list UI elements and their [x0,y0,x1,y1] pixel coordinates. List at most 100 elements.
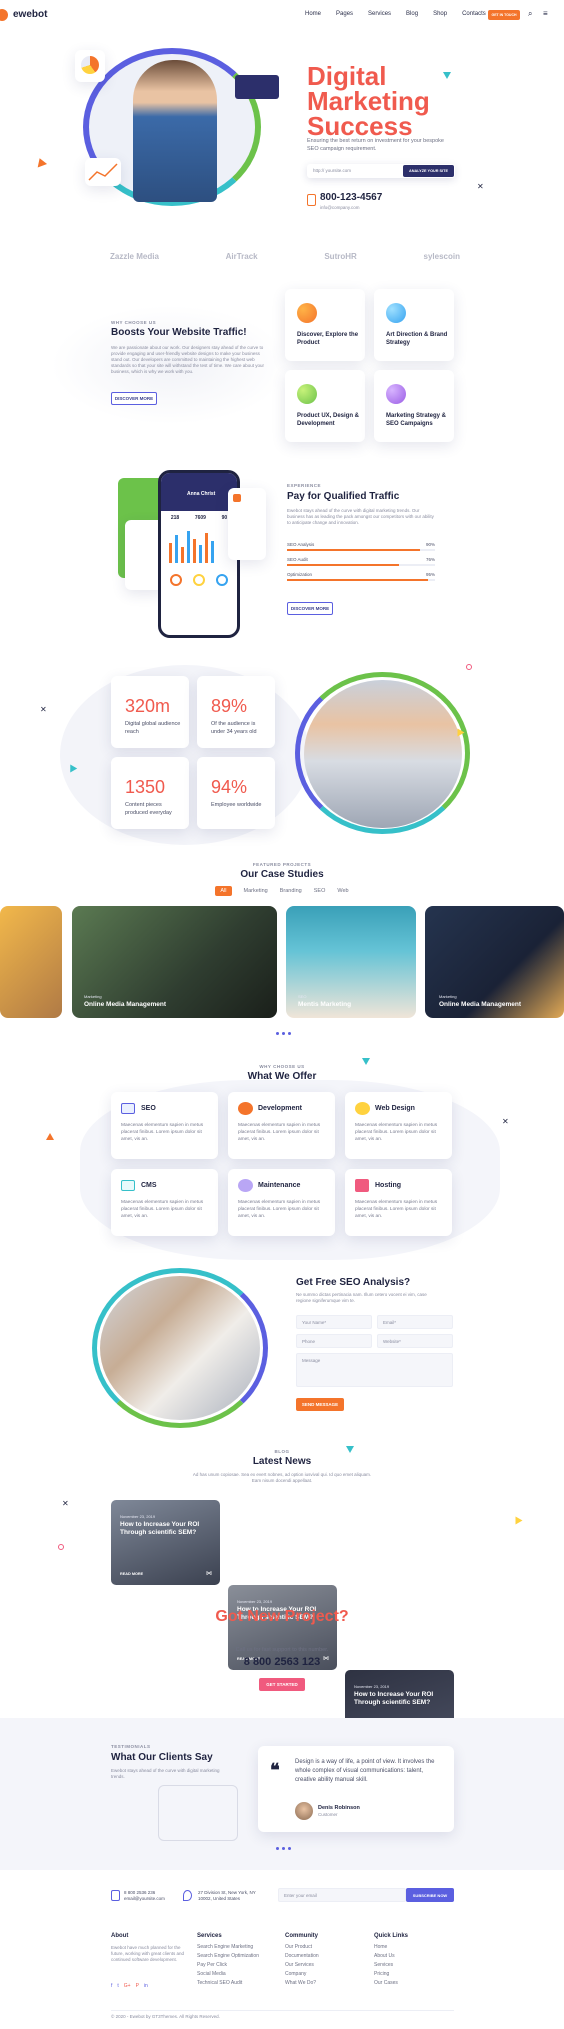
footer-link[interactable]: Pricing [374,1970,454,1979]
tab-seo[interactable]: SEO [314,888,326,894]
nav-home[interactable]: Home [305,11,321,17]
service-card-web-design[interactable]: Web Design Maecenas elementum sapien in … [345,1092,452,1159]
news-read-more-1[interactable]: READ MORE [120,1572,143,1576]
case-card-1[interactable]: Marketing Online Media Management [72,906,277,1018]
nav-services[interactable]: Services [368,11,391,17]
linkedin-icon[interactable]: in [144,1983,148,1989]
hero-woman-photo [133,60,217,202]
share-icon[interactable]: ⋈ [206,1570,212,1577]
footer-link[interactable]: Home [374,1943,454,1952]
google-plus-icon[interactable]: G+ [124,1983,131,1989]
service-card-maintenance[interactable]: Maintenance Maecenas elementum sapien in… [228,1169,335,1236]
triangle-deco-icon [443,72,451,79]
cases-pagination [274,1032,292,1035]
pagination-dot[interactable] [281,1847,285,1850]
case-photo-partial-left[interactable] [0,906,62,1018]
logo-text[interactable]: ewebot [13,9,47,20]
feature-card-4[interactable]: Marketing Strategy & SEO Campaigns [374,370,454,442]
tab-branding[interactable]: Branding [280,888,302,894]
service-text-seo: Maecenas elementum sapien in metus place… [121,1123,204,1142]
footer-link[interactable]: Search Engine Optimization [197,1952,277,1961]
hero-phone[interactable]: 800-123-4567 [320,192,382,203]
footer-link[interactable]: About Us [374,1952,454,1961]
footer-link[interactable]: Technical SEO Audit [197,1979,277,1988]
progress-label: SEO Audit [287,557,308,562]
menu-icon[interactable]: ≡ [543,9,548,18]
traffic-title: Boosts Your Website Traffic! [111,327,247,338]
offer-title: What We Offer [247,1071,317,1082]
seo-icon [121,1103,135,1114]
pagination-dot[interactable] [275,1847,279,1850]
news-date-2: November 23, 2019 [237,1599,273,1604]
feature-icon-2 [386,303,406,323]
progress-label: SEO Analysis [287,542,315,547]
subscribe-button[interactable]: SUBSCRIBE NOW [406,1888,454,1902]
nav-contacts[interactable]: Contacts [462,11,486,17]
footer-copyright: © 2020 - Ewebot by GT3Themes. All Rights… [111,2014,220,2019]
footer-link[interactable]: Our Product [285,1943,365,1952]
send-message-button[interactable]: SEND MESSAGE [296,1398,344,1411]
footer-link[interactable]: Pay Per Click [197,1961,277,1970]
case-card-3[interactable]: Marketing Online Media Management [425,906,564,1018]
phone-stat-1: 218 [170,515,180,521]
pinterest-icon[interactable]: P [136,1983,139,1989]
tab-all[interactable]: All [215,886,232,896]
search-icon[interactable]: ⌕ [528,9,532,19]
service-text-development: Maecenas elementum sapien in metus place… [238,1123,321,1142]
feature-card-1[interactable]: Discover, Explore the Product [285,289,365,361]
feature-card-2[interactable]: Art Direction & Brand Strategy [374,289,454,361]
news-card-1[interactable]: November 23, 2019 How to Increase Your R… [111,1500,220,1585]
progress-optimization: Optimization 95% [287,572,435,581]
subscribe-email-input[interactable]: Enter your email [278,1888,406,1902]
nav-shop[interactable]: Shop [433,11,447,17]
footer-link[interactable]: Our Cases [374,1979,454,1988]
tab-marketing[interactable]: Marketing [244,888,268,894]
email-input[interactable]: Email* [377,1315,453,1329]
name-input[interactable]: Your Name* [296,1315,372,1329]
website-input[interactable]: Website* [377,1334,453,1348]
footer-link[interactable]: Search Engine Marketing [197,1943,277,1952]
hero-pie-widget [75,50,105,82]
hero-email[interactable]: info@company.com [320,205,360,211]
maintenance-icon [238,1179,253,1192]
feature-card-3[interactable]: Product UX, Design & Development [285,370,365,442]
case-card-2[interactable]: SEO Mentis Marketing [286,906,416,1018]
footer-link[interactable]: Our Services [285,1961,365,1970]
footer-link[interactable]: Company [285,1970,365,1979]
footer-link[interactable]: Documentation [285,1952,365,1961]
url-input[interactable]: http:// yoursite.com [307,168,403,174]
footer-email[interactable]: email@yoursite.com [124,1896,165,1902]
nav-blog[interactable]: Blog [406,11,418,17]
get-in-touch-button[interactable]: GET IN TOUCH [488,10,520,20]
nav-pages[interactable]: Pages [336,11,353,17]
twitter-icon[interactable]: t [117,1983,118,1989]
footer-link[interactable]: Services [374,1961,454,1970]
facebook-icon[interactable]: f [111,1983,112,1989]
service-card-seo[interactable]: SEO Maecenas elementum sapien in metus p… [111,1092,218,1159]
analyze-site-button[interactable]: ANALYZE YOUR SITE [402,165,454,177]
footer-link[interactable]: What We Do? [285,1979,365,1988]
pagination-dot[interactable] [287,1847,291,1850]
footer-link[interactable]: Social Media [197,1970,277,1979]
pay-discover-button[interactable]: DISCOVER MORE [287,602,333,615]
circle-deco-icon [58,1544,64,1550]
pagination-dot[interactable] [281,1032,285,1035]
service-card-cms[interactable]: CMS Maecenas elementum sapien in metus p… [111,1169,218,1236]
stat-label-2: Of the audience is under 34 years old [211,721,257,735]
footer-col-title: Community [285,1933,318,1939]
service-card-development[interactable]: Development Maecenas elementum sapien in… [228,1092,335,1159]
project-subtitle: Call us for fast support to this number. [235,1647,329,1653]
progress-value: 90% [425,542,435,547]
feature-title-4: Marketing Strategy & SEO Campaigns [386,413,447,427]
pagination-dot[interactable] [275,1032,279,1035]
pagination-dot[interactable] [287,1032,291,1035]
tab-web[interactable]: Web [337,888,348,894]
pay-text: Ewebot stays ahead of the curve with dig… [287,508,434,525]
message-textarea[interactable]: Message [296,1353,453,1387]
phone-input[interactable]: Phone [296,1334,372,1348]
footer-col-services: Services Search Engine Marketing Search … [197,1933,277,1988]
traffic-discover-button[interactable]: DISCOVER MORE [111,392,157,405]
get-started-button[interactable]: GET STARTED [259,1678,305,1691]
service-card-hosting[interactable]: Hosting Maecenas elementum sapien in met… [345,1169,452,1236]
project-phone[interactable]: 8 800 2563 123 [0,1656,564,1668]
